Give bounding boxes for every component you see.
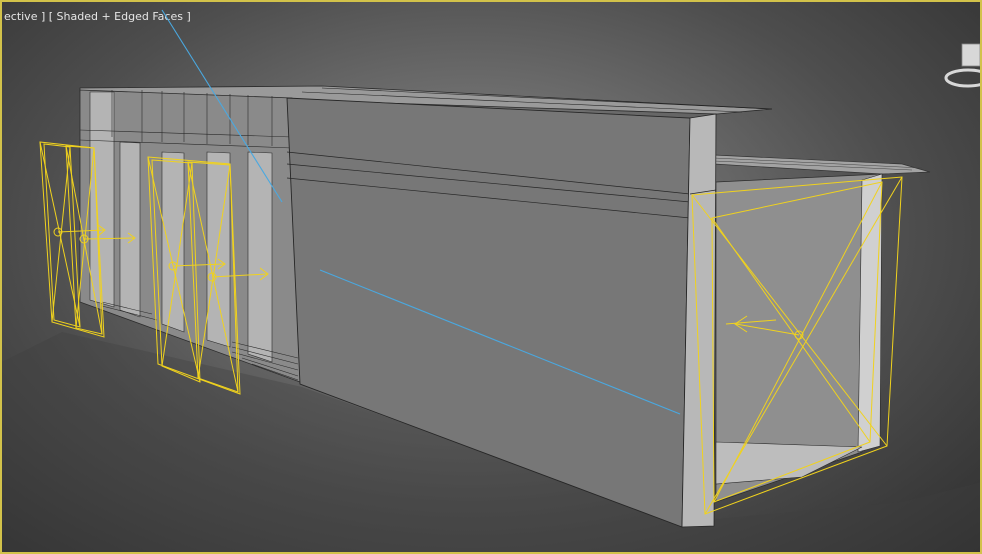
viewcube-icon[interactable] — [940, 40, 980, 94]
scene-canvas[interactable] — [2, 2, 982, 554]
rear-roof-slab[interactable] — [713, 154, 931, 175]
side-column — [857, 173, 883, 453]
perspective-viewport[interactable]: ective ] [ Shaded + Edged Faces ] — [0, 0, 982, 554]
